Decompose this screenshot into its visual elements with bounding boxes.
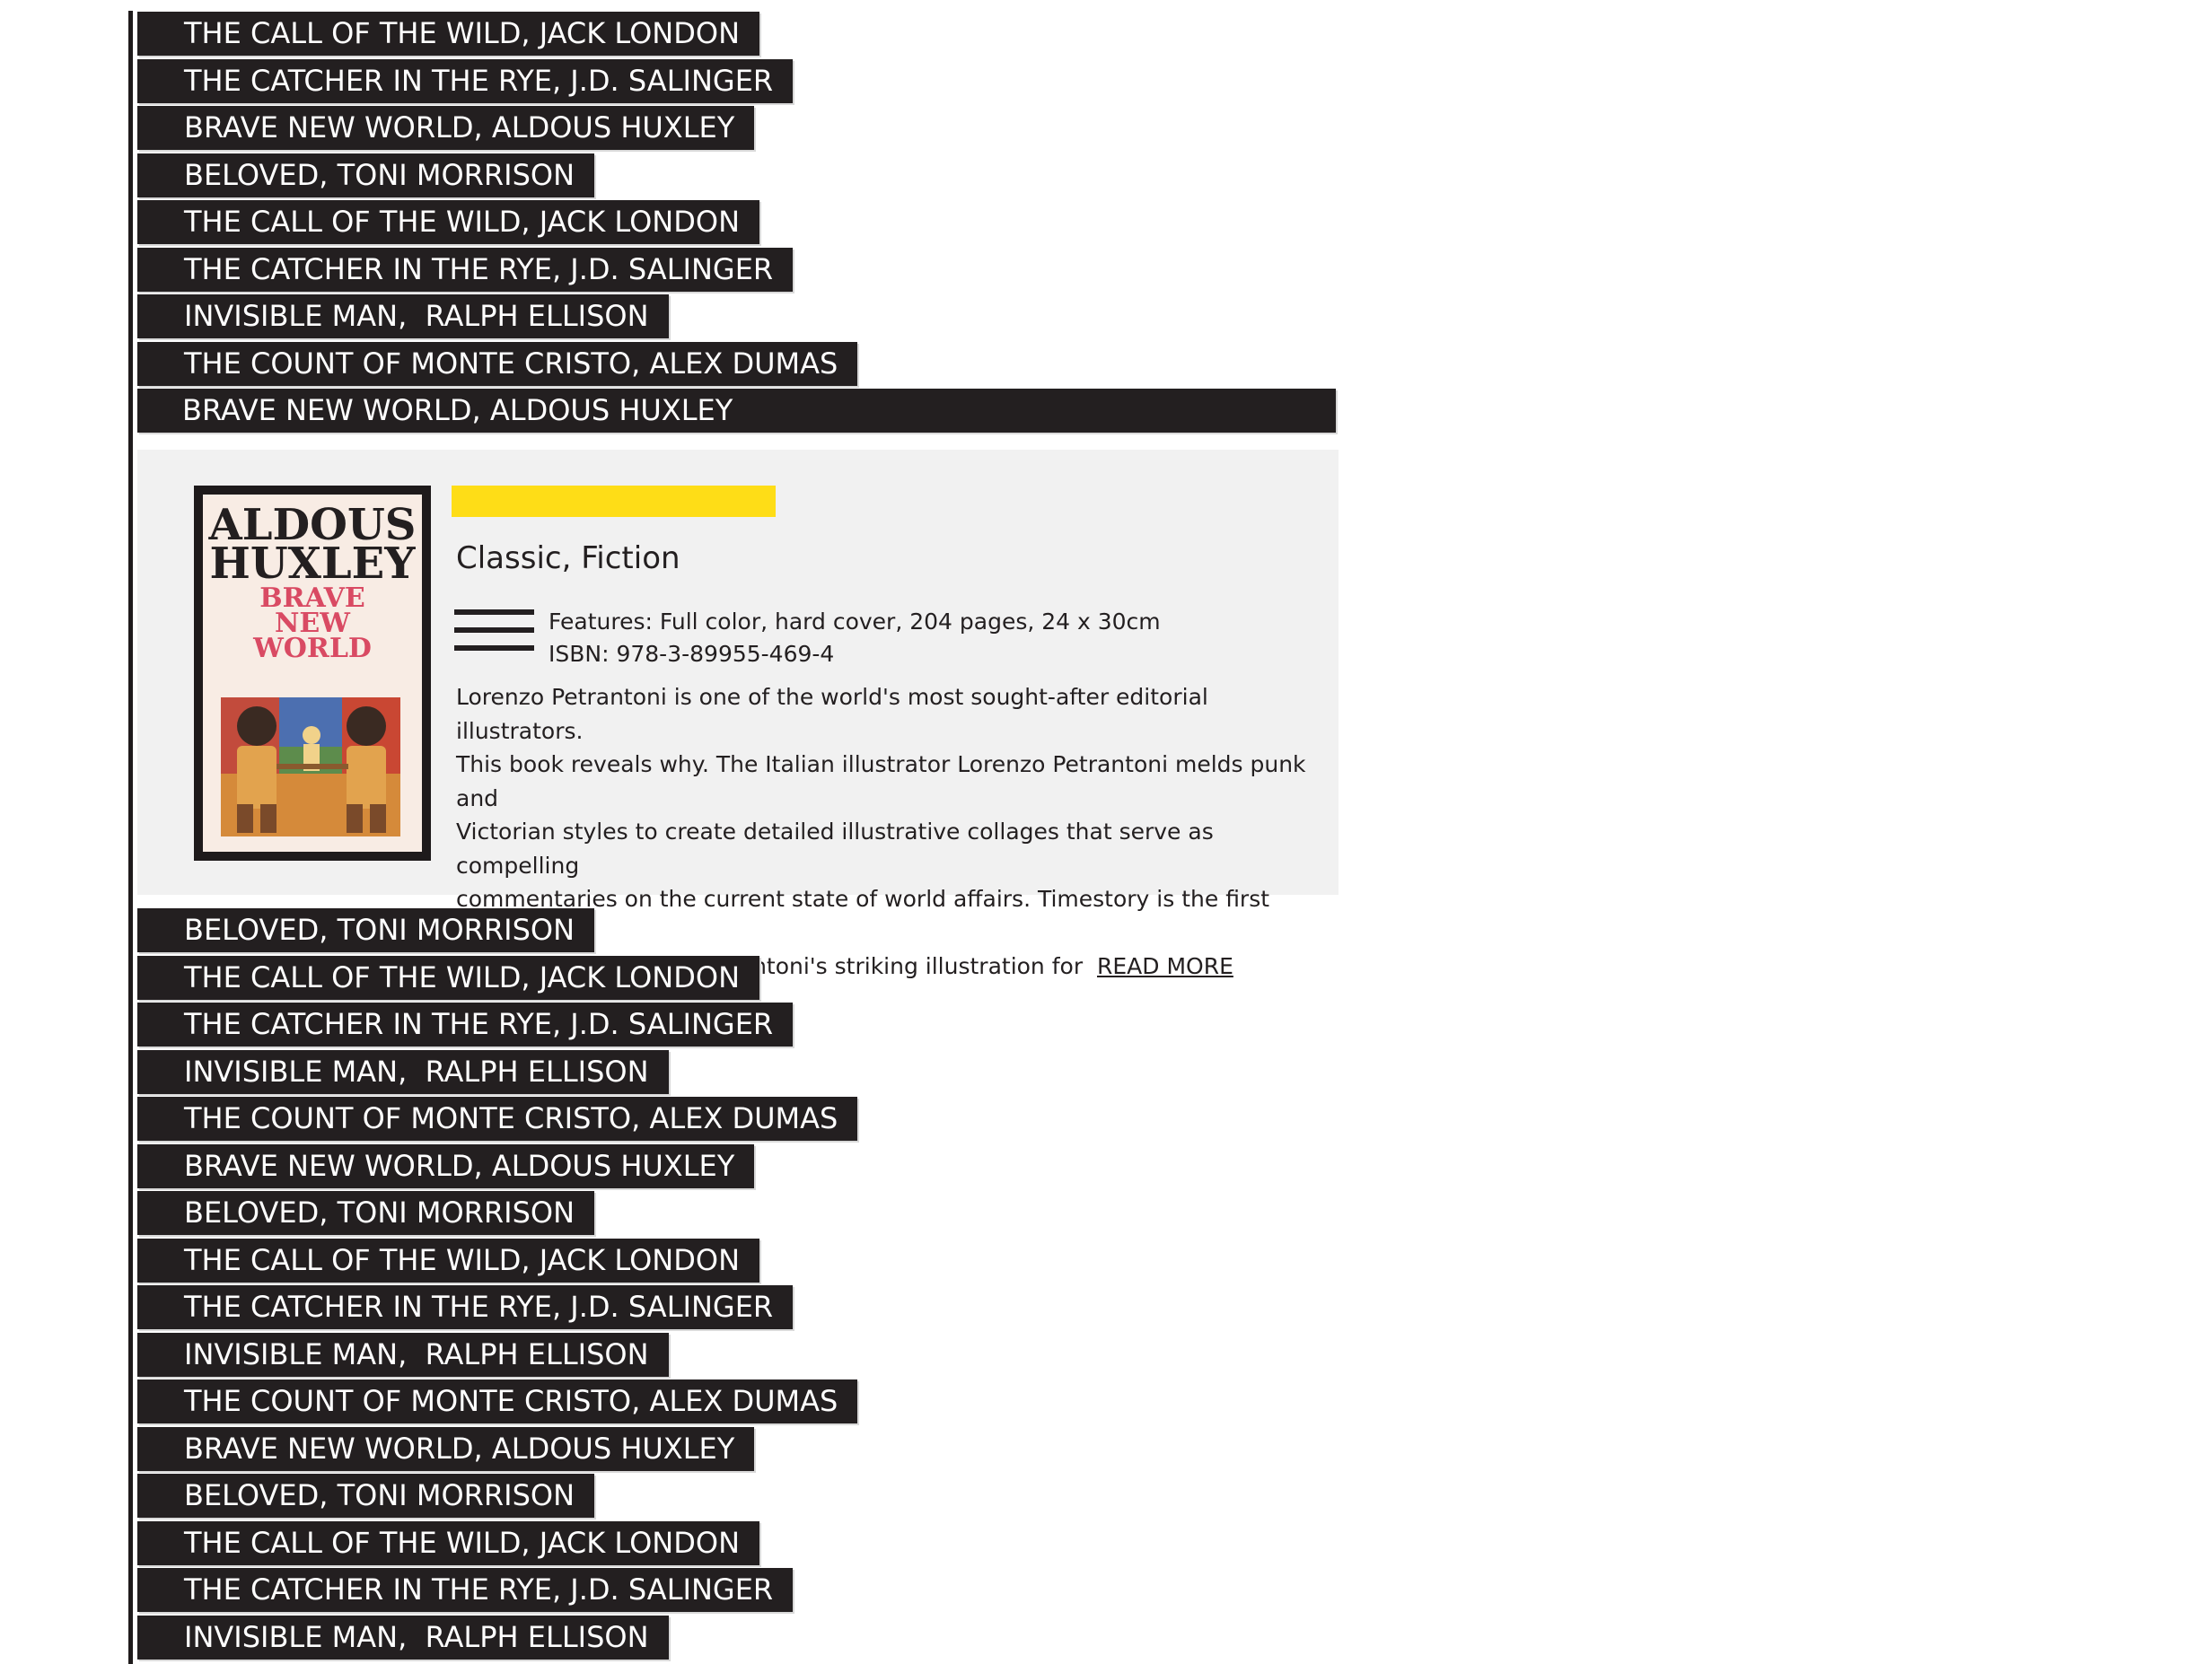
list-item: THE COUNT OF MONTE CRISTO, ALEX DUMAS [137,1097,858,1144]
book-item[interactable]: THE COUNT OF MONTE CRISTO, ALEX DUMAS [137,1379,858,1423]
list-item: INVISIBLE MAN, RALPH ELLISON [137,294,1336,342]
book-item[interactable]: INVISIBLE MAN, RALPH ELLISON [137,1615,669,1660]
book-list-top: THE CALL OF THE WILD, JACK LONDON THE CA… [137,12,1336,436]
description-line: This book reveals why. The Italian illus… [456,751,1306,811]
list-item: BELOVED, TONI MORRISON [137,908,857,956]
read-more-link[interactable]: READ MORE [1097,953,1233,979]
book-item[interactable]: THE CATCHER IN THE RYE, J.D. SALINGER [137,247,794,292]
cover-illustration: ALDOUS HUXLEY BRAVE NEW WORLD [208,500,416,836]
list-item: BRAVE NEW WORLD, ALDOUS HUXLEY [137,389,1336,436]
book-item-expanded[interactable]: BRAVE NEW WORLD, ALDOUS HUXLEY [137,389,1336,433]
hamburger-menu-icon[interactable] [454,609,534,651]
list-item: BELOVED, TONI MORRISON [137,153,1336,201]
book-cover-image: ALDOUS HUXLEY BRAVE NEW WORLD [194,486,431,861]
list-item: BRAVE NEW WORLD, ALDOUS HUXLEY [137,106,1336,153]
book-item[interactable]: BELOVED, TONI MORRISON [137,908,594,952]
cover-artwork [221,697,400,836]
list-item: THE CATCHER IN THE RYE, J.D. SALINGER [137,58,1336,107]
book-item[interactable]: THE CATCHER IN THE RYE, J.D. SALINGER [137,1568,794,1612]
list-item: INVISIBLE MAN, RALPH ELLISON [137,1049,857,1098]
book-features: Features: Full color, hard cover, 204 pa… [549,609,1161,635]
book-item[interactable]: BELOVED, TONI MORRISON [137,153,594,197]
book-item[interactable]: INVISIBLE MAN, RALPH ELLISON [137,1332,669,1377]
book-item[interactable]: INVISIBLE MAN, RALPH ELLISON [137,294,669,338]
list-item: THE CALL OF THE WILD, JACK LONDON [137,200,1336,248]
book-item[interactable]: BRAVE NEW WORLD, ALDOUS HUXLEY [137,1426,755,1471]
list-item: BRAVE NEW WORLD, ALDOUS HUXLEY [137,1426,857,1475]
book-item[interactable]: THE CALL OF THE WILD, JACK LONDON [137,955,759,1000]
list-item: THE CALL OF THE WILD, JACK LONDON [137,1238,857,1286]
book-specs: Features: Full color, hard cover, 204 pa… [549,606,1161,670]
book-detail-panel: ALDOUS HUXLEY BRAVE NEW WORLD Classic, F… [137,450,1339,979]
list-item: BELOVED, TONI MORRISON [137,1474,857,1521]
list-item: THE CALL OF THE WILD, JACK LONDON [137,955,857,1003]
book-item[interactable]: BRAVE NEW WORLD, ALDOUS HUXLEY [137,1143,755,1188]
book-item[interactable]: THE CALL OF THE WILD, JACK LONDON [137,12,759,56]
book-item[interactable]: THE COUNT OF MONTE CRISTO, ALEX DUMAS [137,1097,858,1141]
list-item: THE CALL OF THE WILD, JACK LONDON [137,1520,857,1569]
book-item[interactable]: THE CALL OF THE WILD, JACK LONDON [137,200,759,244]
book-item[interactable]: THE CALL OF THE WILD, JACK LONDON [137,1238,759,1283]
book-isbn: ISBN: 978-3-89955-469-4 [549,641,835,667]
list-item: THE CATCHER IN THE RYE, J.D. SALINGER [137,1003,857,1050]
book-list-bottom: BELOVED, TONI MORRISON THE CALL OF THE W… [137,908,858,1663]
cover-title-line3: WORLD [252,633,372,664]
book-item[interactable]: BRAVE NEW WORLD, ALDOUS HUXLEY [137,106,755,150]
list-item: THE CATCHER IN THE RYE, J.D. SALINGER [137,1568,857,1616]
book-item[interactable]: THE CATCHER IN THE RYE, J.D. SALINGER [137,1285,794,1329]
list-item: THE CATCHER IN THE RYE, J.D. SALINGER [137,247,1336,295]
accent-bar [452,486,776,517]
left-border-line [128,11,133,1664]
list-item: BELOVED, TONI MORRISON [137,1191,857,1239]
book-item[interactable]: THE COUNT OF MONTE CRISTO, ALEX DUMAS [137,341,858,386]
list-item: INVISIBLE MAN, RALPH ELLISON [137,1332,857,1380]
book-item[interactable]: THE CALL OF THE WILD, JACK LONDON [137,1520,759,1565]
list-item: THE COUNT OF MONTE CRISTO, ALEX DUMAS [137,1379,858,1427]
list-item: THE CATCHER IN THE RYE, J.D. SALINGER [137,1285,857,1333]
cover-author-line2: HUXLEY [209,539,416,589]
description-line: Victorian styles to create detailed illu… [456,819,1214,879]
book-item[interactable]: BELOVED, TONI MORRISON [137,1474,594,1518]
list-item: BRAVE NEW WORLD, ALDOUS HUXLEY [137,1143,857,1192]
book-genre: Classic, Fiction [456,540,680,576]
list-item: INVISIBLE MAN, RALPH ELLISON [137,1615,857,1663]
description-line: Lorenzo Petrantoni is one of the world's… [456,684,1208,744]
list-item: THE CALL OF THE WILD, JACK LONDON [137,12,1336,59]
list-item: THE COUNT OF MONTE CRISTO, ALEX DUMAS [137,341,1336,390]
book-item[interactable]: BELOVED, TONI MORRISON [137,1191,594,1235]
book-item[interactable]: THE CATCHER IN THE RYE, J.D. SALINGER [137,1003,794,1047]
book-item[interactable]: THE CATCHER IN THE RYE, J.D. SALINGER [137,58,794,103]
book-item[interactable]: INVISIBLE MAN, RALPH ELLISON [137,1049,669,1094]
